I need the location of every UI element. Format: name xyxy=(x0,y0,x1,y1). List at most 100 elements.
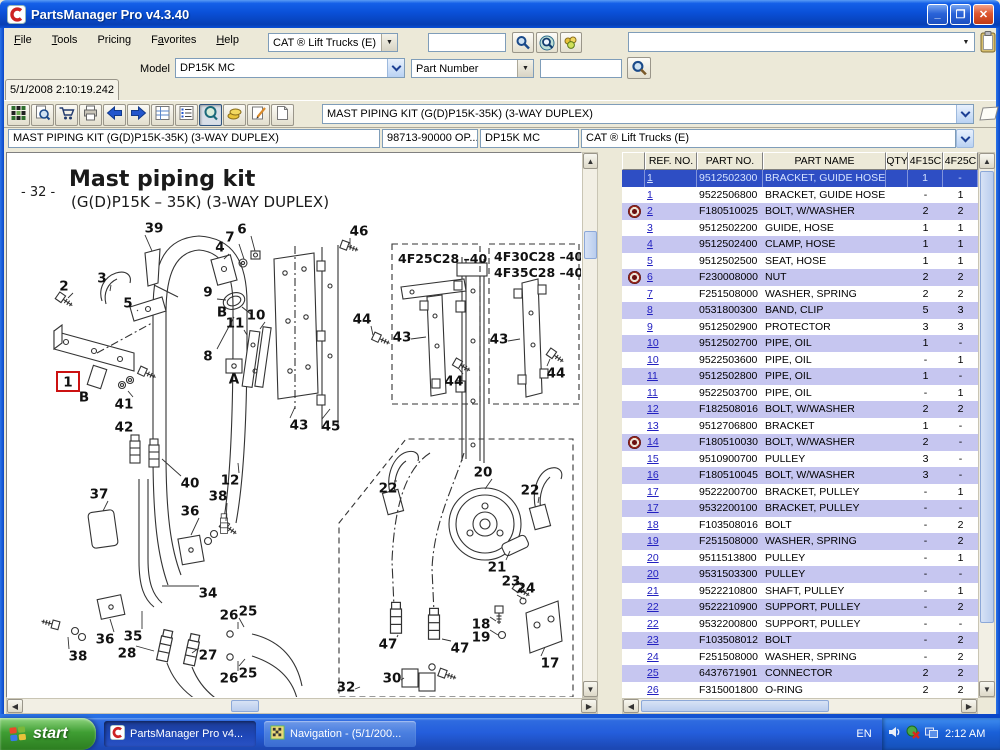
diagram-callout-43[interactable]: 43 xyxy=(393,330,412,346)
table-row[interactable]: 80531800300BAND, CLIP53 xyxy=(622,302,978,319)
dropdown-arrow-icon[interactable] xyxy=(381,34,397,51)
diagram-callout-B[interactable]: B xyxy=(79,390,89,406)
diagram-vscroll-thumb[interactable] xyxy=(584,231,597,259)
diagram-callout-40[interactable]: 40 xyxy=(181,476,200,492)
table-row[interactable]: 229532200800SUPPORT, PULLEY-- xyxy=(622,616,978,633)
diagram-callout-19[interactable]: 19 xyxy=(472,630,491,646)
sheet-icon[interactable] xyxy=(978,105,1000,128)
scroll-up-icon[interactable]: ▲ xyxy=(583,153,598,169)
taskbar-task-2[interactable]: Navigation - (5/1/200... xyxy=(264,721,416,747)
table-row[interactable]: 12F182508016BOLT, W/WASHER22 xyxy=(622,401,978,418)
ref-no-link[interactable]: 17 xyxy=(647,486,659,498)
column-header-REF. NO.[interactable]: REF. NO. xyxy=(645,152,697,170)
report-view-button[interactable] xyxy=(151,104,174,126)
table-row[interactable]: 24F251508000WASHER, SPRING-2 xyxy=(622,649,978,666)
column-header-4F15C[interactable]: 4F15C xyxy=(908,152,943,170)
diagram-callout-37[interactable]: 37 xyxy=(90,487,109,503)
ref-no-link[interactable]: 6 xyxy=(647,271,653,283)
table-hscroll-thumb[interactable] xyxy=(641,700,829,712)
diagram-callout-A[interactable]: A xyxy=(229,372,240,388)
diagram-vertical-scrollbar[interactable]: ▲ ▼ xyxy=(582,152,598,698)
scroll-down-icon[interactable]: ▼ xyxy=(979,681,995,697)
diagram-callout-27[interactable]: 27 xyxy=(199,648,218,664)
diagram-callout-43[interactable]: 43 xyxy=(490,332,509,348)
column-header-icon[interactable] xyxy=(622,152,645,170)
diagram-callout-38[interactable]: 38 xyxy=(209,489,228,505)
clipboard-icon[interactable] xyxy=(980,31,997,58)
search-document-button[interactable] xyxy=(31,104,54,126)
ref-no-link[interactable]: 3 xyxy=(647,222,653,234)
language-indicator[interactable]: EN xyxy=(846,718,882,750)
ref-no-link[interactable]: 13 xyxy=(647,420,659,432)
scroll-right-icon[interactable]: ▶ xyxy=(961,699,977,713)
figure-combo[interactable]: MAST PIPING KIT (G(D)P15K-35K) (3-WAY DU… xyxy=(322,104,974,124)
table-row[interactable]: 49512502400CLAMP, HOSE11 xyxy=(622,236,978,253)
forward-arrow-button[interactable] xyxy=(127,104,150,126)
part-search-button[interactable] xyxy=(627,57,651,79)
menu-item-tools[interactable]: Tools xyxy=(42,28,88,51)
scroll-up-icon[interactable]: ▲ xyxy=(979,153,995,169)
table-row[interactable]: 6F230008000NUT22 xyxy=(622,269,978,286)
table-row[interactable]: 119512502800PIPE, OIL1- xyxy=(622,368,978,385)
parts-grid-button[interactable] xyxy=(7,104,30,126)
ref-no-link[interactable]: 9 xyxy=(647,321,653,333)
diagram-callout-32[interactable]: 32 xyxy=(337,680,356,696)
chevron-down-icon[interactable] xyxy=(956,105,973,123)
ref-no-link[interactable]: 1 xyxy=(647,189,653,201)
chevron-down-icon[interactable] xyxy=(387,59,404,77)
diagram-callout-35[interactable]: 35 xyxy=(124,629,143,645)
model-combo[interactable]: DP15K MC xyxy=(175,58,405,78)
table-row[interactable]: 26F315001800O-RING22 xyxy=(622,682,978,699)
table-vertical-scrollbar[interactable]: ▲ ▼ xyxy=(978,152,995,698)
column-header-PART NAME[interactable]: PART NAME xyxy=(763,152,886,170)
search-circle-button[interactable] xyxy=(536,32,558,53)
diagram-hscroll-thumb[interactable] xyxy=(231,700,259,712)
diagram-callout-22[interactable]: 22 xyxy=(379,481,398,497)
diagram-panel[interactable]: 4F25C28 –404F30C28 –404F35C28 –403967446… xyxy=(6,152,582,698)
table-row[interactable]: 18F103508016BOLT-2 xyxy=(622,517,978,534)
menu-item-favorites[interactable]: Favorites xyxy=(141,28,206,51)
ref-no-link[interactable]: 19 xyxy=(647,535,659,547)
table-row[interactable]: 209531503300PULLEY-- xyxy=(622,566,978,583)
ref-no-link[interactable]: 4 xyxy=(647,238,653,250)
table-row[interactable]: 139512706800BRACKET1- xyxy=(622,418,978,435)
quick-search-input[interactable] xyxy=(428,33,506,52)
diagram-callout-25[interactable]: 25 xyxy=(239,604,258,620)
print-button[interactable] xyxy=(79,104,102,126)
table-row[interactable]: 256437671901CONNECTOR22 xyxy=(622,665,978,682)
column-header-QTY[interactable]: QTY xyxy=(886,152,908,170)
diagram-callout-20[interactable]: 20 xyxy=(474,465,493,481)
title-bar[interactable]: PartsManager Pro v4.3.40 _ ❐ ✕ xyxy=(0,0,1000,28)
windows-tray-icon[interactable] xyxy=(924,725,939,744)
ref-no-link[interactable]: 11 xyxy=(647,370,658,382)
table-row[interactable]: 16F180510045BOLT, W/WASHER3- xyxy=(622,467,978,484)
table-row[interactable]: 229522210900SUPPORT, PULLEY-2 xyxy=(622,599,978,616)
ref-no-link[interactable]: 18 xyxy=(647,519,659,531)
back-arrow-button[interactable] xyxy=(103,104,126,126)
diagram-callout-44[interactable]: 44 xyxy=(547,366,566,382)
special-search-button[interactable] xyxy=(560,32,582,53)
diagram-callout-10[interactable]: 10 xyxy=(247,308,266,324)
diagram-callout-4[interactable]: 4 xyxy=(215,240,224,256)
table-row[interactable]: 14F180510030BOLT, W/WASHER2- xyxy=(622,434,978,451)
scroll-down-icon[interactable]: ▼ xyxy=(583,681,598,697)
catalog-chevron-button[interactable] xyxy=(956,129,974,148)
diagram-callout-6[interactable]: 6 xyxy=(237,222,246,238)
diagram-callout-25[interactable]: 25 xyxy=(239,666,258,682)
diagram-callout-26[interactable]: 26 xyxy=(220,608,239,624)
scroll-left-icon[interactable]: ◀ xyxy=(623,699,639,713)
ref-no-link[interactable]: 7 xyxy=(647,288,653,300)
ref-no-link[interactable]: 14 xyxy=(647,436,659,448)
diagram-callout-2[interactable]: 2 xyxy=(59,279,68,295)
table-vscroll-thumb[interactable] xyxy=(980,171,994,623)
dropdown-arrow-icon[interactable] xyxy=(517,60,533,77)
ref-no-link[interactable]: 8 xyxy=(647,304,653,316)
diagram-callout-8[interactable]: 8 xyxy=(203,349,212,365)
ref-no-link[interactable]: 21 xyxy=(647,585,659,597)
diagram-callout-30[interactable]: 30 xyxy=(383,671,402,687)
diagram-callout-47[interactable]: 47 xyxy=(379,637,398,653)
offline-icon[interactable] xyxy=(906,725,920,744)
diagram-callout-47[interactable]: 47 xyxy=(451,641,470,657)
diagram-callout-38[interactable]: 38 xyxy=(69,649,88,665)
table-row[interactable]: 23F103508012BOLT-2 xyxy=(622,632,978,649)
